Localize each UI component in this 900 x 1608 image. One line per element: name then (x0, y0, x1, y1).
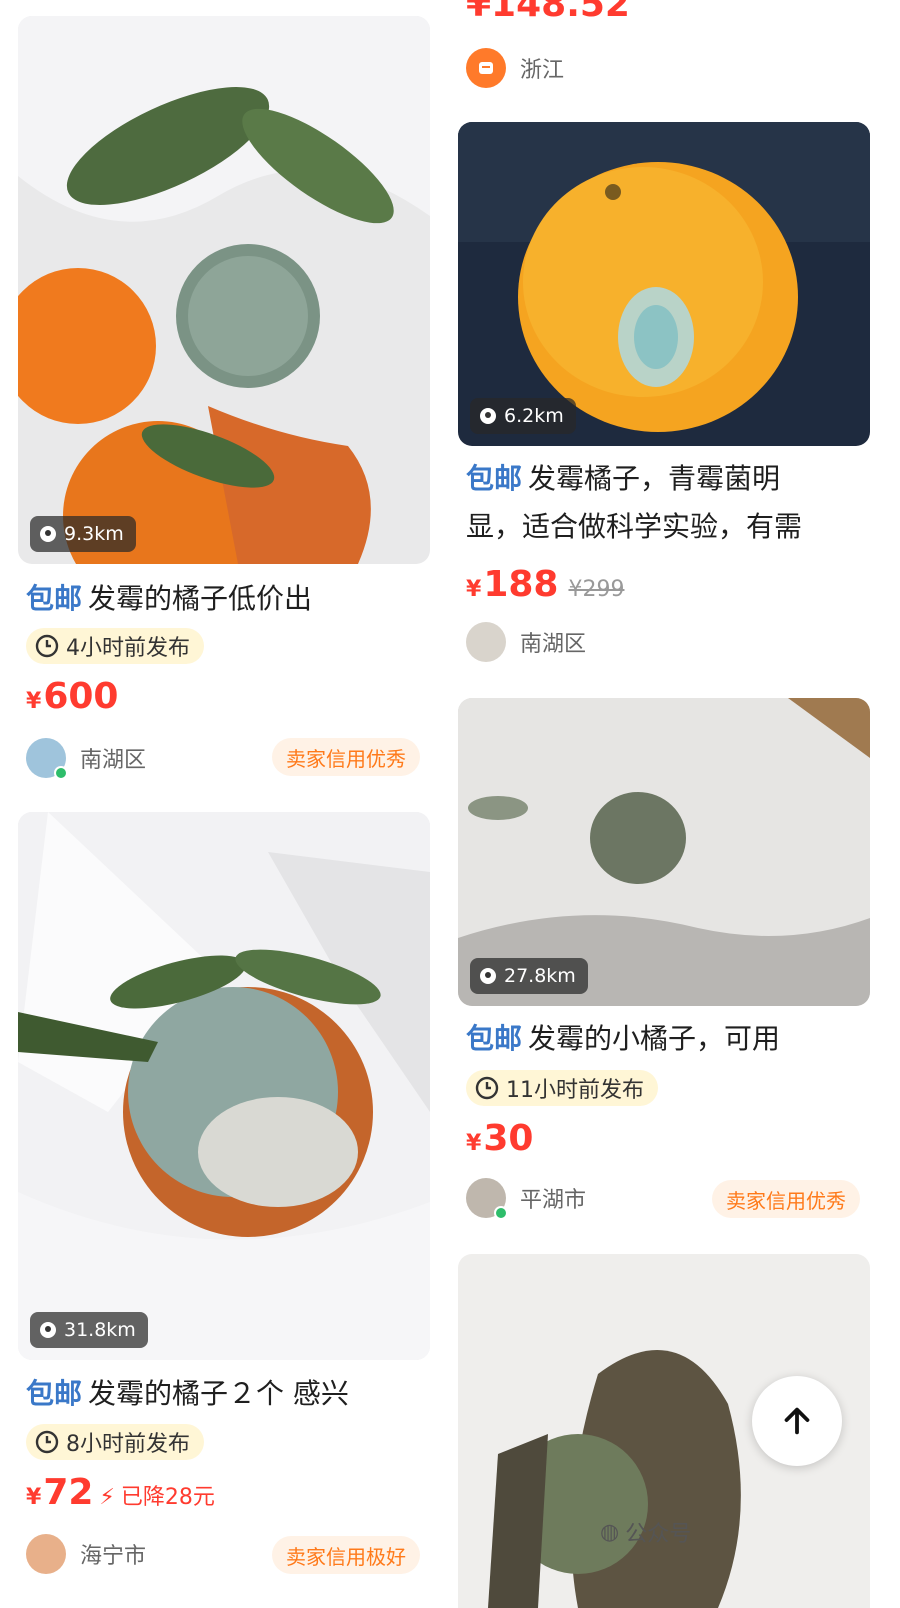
publish-time-badge: 11小时前发布 (466, 1070, 658, 1106)
seller-location: 南湖区 (520, 632, 587, 657)
avatar[interactable] (466, 48, 506, 88)
listing-title-line2: 显，适合做科学实验，有需 (466, 510, 803, 543)
original-price: ¥299 (568, 577, 625, 602)
avatar[interactable] (26, 738, 68, 780)
listing-photo[interactable]: 31.8km (18, 812, 430, 1360)
seller-location: 浙江 (520, 58, 565, 83)
shop-icon (479, 62, 493, 74)
listing-title: 包邮 发霉的小橘子，可用 (466, 1022, 781, 1055)
publish-time-badge: 8小时前发布 (26, 1424, 204, 1460)
distance-badge: 27.8km (470, 958, 588, 994)
moldy-orange-photo (18, 16, 430, 564)
free-shipping-tag: 包邮 (466, 1022, 523, 1055)
seller-info[interactable]: 南湖区 (26, 738, 147, 780)
free-shipping-tag: 包邮 (466, 462, 523, 495)
location-pin-icon (40, 526, 56, 542)
seller-location: 海宁市 (80, 1544, 147, 1569)
free-shipping-tag: 包邮 (26, 582, 83, 615)
listing-price: ¥ 30 (466, 1118, 534, 1159)
publish-time-badge: 4小时前发布 (26, 628, 204, 664)
listing-price: ¥ 72 ⚡ 已降28元 (26, 1472, 215, 1513)
seller-location: 平湖市 (520, 1188, 587, 1213)
distance-badge: 6.2km (470, 398, 576, 434)
listing-photo[interactable]: 6.2km (458, 122, 870, 446)
arrow-up-icon (784, 1407, 810, 1435)
online-indicator (54, 766, 68, 780)
listing-price: ¥148.52 (466, 0, 630, 25)
price-drop-text: 已降28元 (120, 1485, 215, 1510)
seller-info[interactable]: 海宁市 (26, 1534, 146, 1574)
distance-text: 31.8km (64, 1319, 136, 1341)
listing-photo[interactable]: 27.8km (458, 698, 870, 1006)
price-drop-icon: ⚡ (99, 1485, 115, 1510)
listing-price: ¥ 188 ¥299 (466, 564, 625, 605)
avatar[interactable] (466, 1178, 508, 1220)
distance-badge: 31.8km (30, 1312, 148, 1348)
clock-icon (35, 1430, 59, 1454)
location-pin-icon (40, 1322, 56, 1338)
avatar[interactable] (26, 1534, 66, 1574)
seller-location: 南湖区 (80, 748, 147, 773)
back-to-top-button[interactable] (752, 1376, 842, 1466)
credit-badge: 卖家信用优秀 (272, 738, 420, 776)
credit-badge: 卖家信用极好 (272, 1536, 420, 1574)
distance-text: 9.3km (64, 523, 124, 545)
location-pin-icon (480, 968, 496, 984)
watermark: ◍ 公众号 (600, 1519, 692, 1548)
listing-photo[interactable]: 9.3km (18, 16, 430, 564)
distance-text: 27.8km (504, 965, 576, 987)
listing-title: 包邮 发霉橘子，青霉菌明 (466, 462, 781, 495)
clock-icon (475, 1076, 499, 1100)
listing-price: ¥ 600 (26, 676, 119, 717)
online-indicator (494, 1206, 508, 1220)
seller-info[interactable]: 平湖市 (466, 1178, 587, 1220)
seller-info[interactable]: 浙江 (466, 48, 564, 88)
location-pin-icon (480, 408, 496, 424)
avatar[interactable] (466, 622, 506, 662)
listing-title: 包邮 发霉的橘子低价出 (26, 582, 313, 615)
distance-text: 6.2km (504, 405, 564, 427)
listing-title: 包邮 发霉的橘子２个 感兴 (26, 1377, 349, 1410)
seller-info[interactable]: 南湖区 (466, 622, 586, 662)
wechat-icon: ◍ (600, 1519, 620, 1545)
free-shipping-tag: 包邮 (26, 1377, 83, 1410)
clock-icon (35, 634, 59, 658)
moldy-orange-photo (18, 812, 430, 1360)
credit-badge: 卖家信用优秀 (712, 1180, 860, 1218)
distance-badge: 9.3km (30, 516, 136, 552)
